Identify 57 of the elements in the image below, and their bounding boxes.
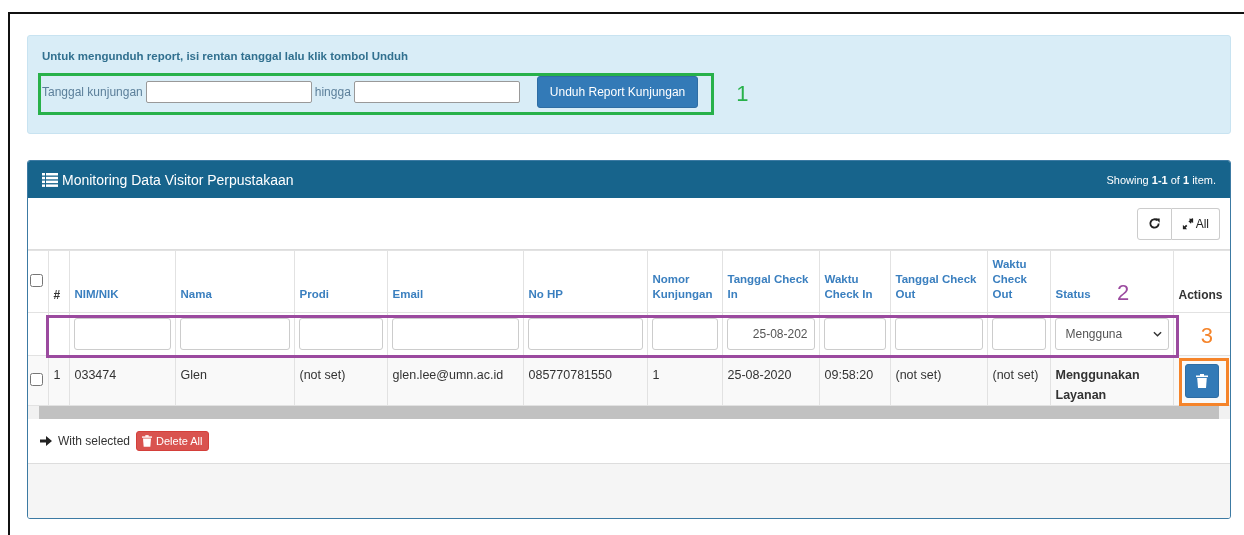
sort-link[interactable]: Nama [180, 287, 212, 302]
column-header: Actions [1178, 288, 1223, 302]
delete-all-button[interactable]: Delete All [136, 431, 209, 451]
table-cell: 1 [53, 368, 61, 382]
callout-number: 3 [1200, 323, 1213, 348]
table-cell: 085770781550 [528, 368, 612, 382]
filter-dropdown[interactable]: Mengguna [1054, 318, 1169, 350]
filter-field[interactable] [179, 318, 290, 350]
footer-label: With selected [58, 434, 131, 448]
list-icon [42, 172, 58, 187]
table-cell: 09:58:20 [824, 368, 874, 382]
sort-link[interactable]: Prodi [299, 287, 329, 302]
table-cell: (not set) [299, 368, 346, 382]
alert-text: Untuk mengunduh report, isi rentan tanggal lalu klik tombol Unduh [42, 50, 410, 62]
table-cell: (not set) [895, 368, 942, 382]
delete-button[interactable] [1184, 363, 1219, 398]
date-field[interactable] [145, 81, 312, 103]
filter-field[interactable] [894, 318, 983, 350]
refresh-button[interactable] [1136, 207, 1172, 240]
table-cell: Glen [180, 368, 207, 382]
filter-field[interactable] [391, 318, 519, 350]
select-all-checkbox[interactable] [30, 273, 43, 287]
filter-field[interactable] [298, 318, 383, 350]
chevron-icon [1152, 331, 1162, 337]
filter-field[interactable] [73, 318, 171, 350]
field-label: hingga [314, 85, 351, 99]
callout-number: 2 [1117, 280, 1130, 305]
filter-field[interactable] [823, 318, 886, 350]
panel-title: Monitoring Data Visitor Perpustakaan [62, 171, 294, 188]
table-cell: 033474 [74, 368, 117, 382]
sort-link[interactable]: Email [392, 287, 424, 302]
filter-field[interactable] [651, 318, 718, 350]
table-cell: Menggunakan Layanan [1055, 368, 1140, 402]
date-field[interactable] [353, 81, 520, 103]
arrow-right-icon [40, 436, 52, 446]
refresh-icon [1147, 217, 1161, 230]
show-all-button[interactable]: All [1171, 207, 1220, 240]
sort-link[interactable]: NIM/NIK [74, 287, 119, 302]
sort-link[interactable]: No HP [528, 287, 563, 302]
trash-icon [142, 435, 153, 447]
field-label: Tanggal kunjungan [42, 85, 143, 99]
filter-field[interactable]: 25-08-202 [726, 318, 815, 350]
table-cell: 25-08-2020 [727, 368, 792, 382]
filter-field[interactable] [527, 318, 643, 350]
table-cell: glen.lee@umn.ac.id [392, 368, 504, 382]
row-checkbox[interactable] [30, 372, 43, 386]
trash-icon [1195, 373, 1208, 388]
column-header: # [53, 288, 61, 302]
summary-text: Showing 1-1 of 1 item. [1106, 173, 1216, 186]
expand-icon [1181, 217, 1194, 230]
scrollbar[interactable] [28, 406, 1230, 419]
callout-number: 1 [736, 82, 749, 106]
table-cell: 1 [652, 368, 660, 382]
table-cell: (not set) [992, 368, 1039, 382]
filter-field[interactable] [991, 318, 1046, 350]
sort-link[interactable]: Status [1055, 287, 1091, 302]
download-button[interactable]: Unduh Report Kunjungan [536, 76, 699, 108]
